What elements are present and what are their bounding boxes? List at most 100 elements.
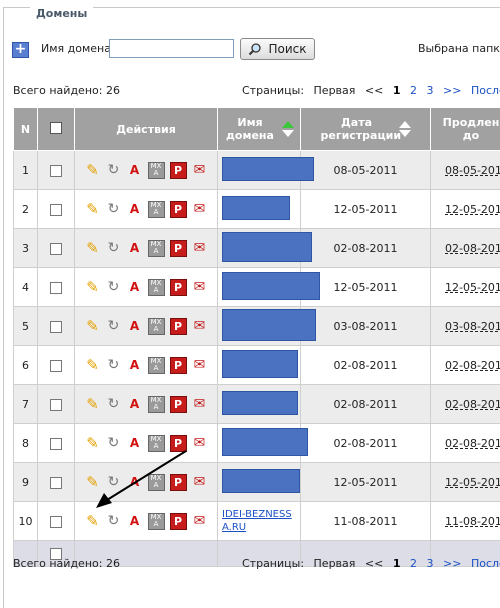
row-checkbox[interactable]	[50, 399, 62, 411]
expires-cell[interactable]: 12-05-2012	[431, 190, 500, 229]
row-checkbox[interactable]	[50, 321, 62, 333]
pencil-icon[interactable]: ✎	[85, 357, 101, 373]
row-checkbox[interactable]	[50, 204, 62, 216]
pencil-icon[interactable]: ✎	[85, 396, 101, 412]
page-first-link[interactable]: Первая	[314, 557, 356, 570]
dns-a-icon[interactable]: A	[127, 162, 143, 178]
page-prev-link[interactable]: <<	[365, 84, 383, 97]
page-3-link[interactable]: 3	[427, 557, 434, 570]
page-next-link[interactable]: >>	[443, 84, 461, 97]
pencil-icon[interactable]: ✎	[85, 240, 101, 256]
col-header-reg-date[interactable]: Дата регистрации	[301, 108, 431, 151]
mx-icon[interactable]: MXA	[148, 513, 165, 530]
mx-icon[interactable]: MXA	[148, 357, 165, 374]
pencil-icon[interactable]: ✎	[85, 474, 101, 490]
dns-a-icon[interactable]: A	[127, 357, 143, 373]
renew-icon[interactable]: ↻	[106, 435, 122, 451]
page-first-link[interactable]: Первая	[314, 84, 356, 97]
p-icon[interactable]: P	[170, 240, 187, 257]
renew-icon[interactable]: ↻	[106, 396, 122, 412]
dns-a-icon[interactable]: A	[127, 240, 143, 256]
pencil-icon[interactable]: ✎	[85, 513, 101, 529]
dns-a-icon[interactable]: A	[127, 201, 143, 217]
sort-domain-icon[interactable]	[282, 121, 294, 137]
mx-icon[interactable]: MXA	[148, 279, 165, 296]
p-icon[interactable]: P	[170, 357, 187, 374]
domain-link[interactable]: IDEI-BEZNESSA.RU	[222, 508, 292, 534]
dns-a-icon[interactable]: A	[127, 435, 143, 451]
mx-icon[interactable]: MXA	[148, 474, 165, 491]
row-checkbox[interactable]	[50, 477, 62, 489]
dns-a-icon[interactable]: A	[127, 318, 143, 334]
domain-search-input[interactable]	[109, 39, 234, 58]
renew-icon[interactable]: ↻	[106, 318, 122, 334]
add-domain-button[interactable]: +	[12, 42, 29, 58]
row-checkbox[interactable]	[50, 243, 62, 255]
renew-icon[interactable]: ↻	[106, 474, 122, 490]
col-header-expires[interactable]: Продлен до	[431, 108, 500, 151]
p-icon[interactable]: P	[170, 435, 187, 452]
renew-icon[interactable]: ↻	[106, 240, 122, 256]
mail-forward-icon[interactable]: ✉	[192, 201, 208, 217]
col-header-domain[interactable]: Имя домена	[218, 108, 301, 151]
expires-cell[interactable]: 02-08-2012	[431, 346, 500, 385]
dns-a-icon[interactable]: A	[127, 396, 143, 412]
row-checkbox[interactable]	[50, 165, 62, 177]
page-3-link[interactable]: 3	[427, 84, 434, 97]
row-checkbox[interactable]	[50, 516, 62, 528]
mx-icon[interactable]: MXA	[148, 240, 165, 257]
pencil-icon[interactable]: ✎	[85, 318, 101, 334]
page-last-link[interactable]: Последн	[471, 84, 500, 97]
row-checkbox[interactable]	[50, 282, 62, 294]
sort-reg-date-icon[interactable]	[399, 121, 411, 137]
mx-icon[interactable]: MXA	[148, 162, 165, 179]
expires-cell[interactable]: 02-08-2012	[431, 424, 500, 463]
renew-icon[interactable]: ↻	[106, 357, 122, 373]
mx-icon[interactable]: MXA	[148, 435, 165, 452]
expires-cell[interactable]: 11-08-2012	[431, 502, 500, 541]
expires-cell[interactable]: 12-05-2012	[431, 268, 500, 307]
expires-cell[interactable]: 12-05-2012	[431, 463, 500, 502]
search-button[interactable]: Поиск	[240, 38, 315, 60]
renew-icon[interactable]: ↻	[106, 279, 122, 295]
mail-forward-icon[interactable]: ✉	[192, 474, 208, 490]
dns-a-icon[interactable]: A	[127, 279, 143, 295]
row-checkbox[interactable]	[50, 360, 62, 372]
dns-a-icon[interactable]: A	[127, 513, 143, 529]
p-icon[interactable]: P	[170, 318, 187, 335]
dns-a-icon[interactable]: A	[127, 474, 143, 490]
renew-icon[interactable]: ↻	[106, 162, 122, 178]
mail-forward-icon[interactable]: ✉	[192, 240, 208, 256]
mail-forward-icon[interactable]: ✉	[192, 435, 208, 451]
pencil-icon[interactable]: ✎	[85, 435, 101, 451]
mx-icon[interactable]: MXA	[148, 318, 165, 335]
mail-forward-icon[interactable]: ✉	[192, 513, 208, 529]
mail-forward-icon[interactable]: ✉	[192, 396, 208, 412]
pencil-icon[interactable]: ✎	[85, 201, 101, 217]
renew-icon[interactable]: ↻	[106, 513, 122, 529]
mail-forward-icon[interactable]: ✉	[192, 279, 208, 295]
row-checkbox[interactable]	[50, 438, 62, 450]
expires-cell[interactable]: 02-08-2012	[431, 385, 500, 424]
mx-icon[interactable]: MXA	[148, 396, 165, 413]
expires-cell[interactable]: 08-05-2012	[431, 151, 500, 190]
p-icon[interactable]: P	[170, 396, 187, 413]
expires-cell[interactable]: 03-08-2012	[431, 307, 500, 346]
mail-forward-icon[interactable]: ✉	[192, 357, 208, 373]
pencil-icon[interactable]: ✎	[85, 279, 101, 295]
page-next-link[interactable]: >>	[443, 557, 461, 570]
p-icon[interactable]: P	[170, 279, 187, 296]
renew-icon[interactable]: ↻	[106, 201, 122, 217]
expires-cell[interactable]: 02-08-2012	[431, 229, 500, 268]
page-prev-link[interactable]: <<	[365, 557, 383, 570]
mx-icon[interactable]: MXA	[148, 201, 165, 218]
p-icon[interactable]: P	[170, 513, 187, 530]
p-icon[interactable]: P	[170, 474, 187, 491]
page-2-link[interactable]: 2	[410, 84, 417, 97]
mail-forward-icon[interactable]: ✉	[192, 162, 208, 178]
mail-forward-icon[interactable]: ✉	[192, 318, 208, 334]
pencil-icon[interactable]: ✎	[85, 162, 101, 178]
page-last-link[interactable]: Последн	[471, 557, 500, 570]
page-2-link[interactable]: 2	[410, 557, 417, 570]
p-icon[interactable]: P	[170, 162, 187, 179]
